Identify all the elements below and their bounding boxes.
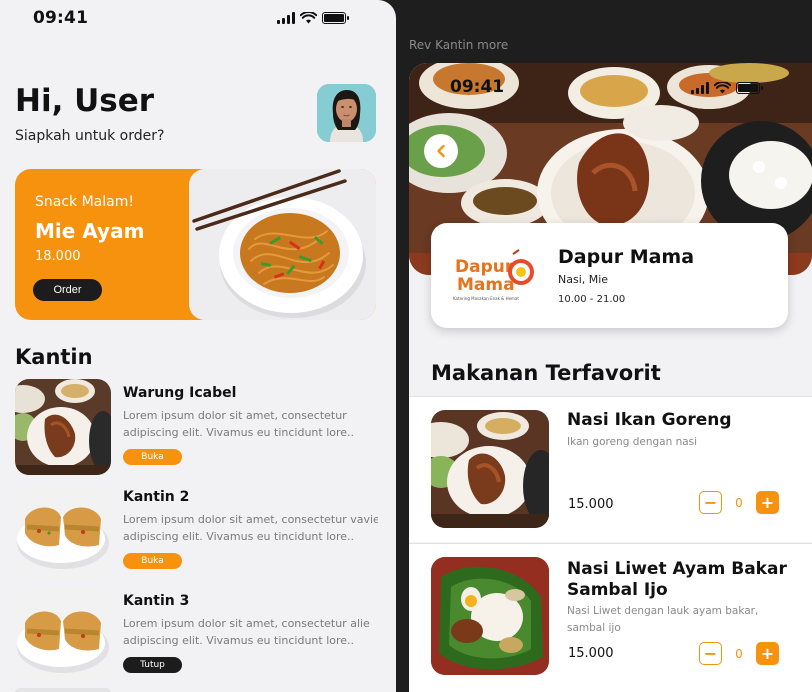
status-bar: 09:41	[33, 7, 88, 29]
promo-title: Mie Ayam	[35, 219, 145, 243]
greeting-title: Hi, User	[15, 83, 155, 119]
svg-text:Katering Masakan Enak & Hemat: Katering Masakan Enak & Hemat	[453, 296, 519, 301]
kantin-description: Lorem ipsum dolor sit amet, consectetur …	[123, 615, 378, 649]
svg-text:Mama: Mama	[457, 275, 515, 295]
promo-image	[189, 169, 376, 320]
store-detail-screen: 09:41 Dapur Mama Katering Masakan Enak &…	[409, 63, 812, 692]
kantin-section-title: Kantin	[15, 345, 93, 369]
menu-item-name: Nasi Liwet Ayam Bakar Sambal Ijo	[567, 559, 787, 600]
decrease-quantity-button[interactable]: −	[699, 491, 722, 514]
kantin-name: Kantin 3	[123, 593, 190, 609]
store-info-card: Dapur Mama Katering Masakan Enak & Hemat…	[431, 223, 788, 328]
menu-item: Nasi Liwet Ayam Bakar Sambal Ijo Nasi Li…	[409, 543, 812, 692]
menu-item-price: 15.000	[568, 497, 614, 512]
user-avatar[interactable]	[317, 84, 376, 142]
store-logo: Dapur Mama Katering Masakan Enak & Hemat	[453, 248, 539, 304]
signal-icon	[277, 12, 295, 24]
svg-text:Dapur: Dapur	[455, 257, 514, 277]
status-badge: Buka	[123, 553, 182, 569]
status-badge: Tutup	[123, 657, 182, 673]
kantin-name: Warung Icabel	[123, 385, 237, 401]
home-screen: 09:41 Hi, User Siapkah untuk order? Snac…	[0, 0, 396, 692]
order-button[interactable]: Order	[33, 279, 102, 301]
design-canvas: 09:41 Hi, User Siapkah untuk order? Snac…	[0, 0, 812, 692]
wifi-icon	[714, 82, 731, 94]
promo-card[interactable]: Snack Malam! Mie Ayam 18.000 Order	[15, 169, 376, 320]
menu-item-name: Nasi Ikan Goreng	[567, 410, 732, 430]
store-hours: 10.00 - 21.00	[558, 294, 626, 305]
promo-price: 18.000	[35, 249, 81, 264]
increase-quantity-button[interactable]: +	[756, 642, 779, 665]
menu-item-price: 15.000	[568, 646, 614, 661]
wifi-icon	[300, 12, 317, 24]
kantin-thumbnail	[15, 483, 111, 579]
kantin-description-line: adipiscing elit. Vivamus eu tincidunt lo…	[123, 530, 355, 543]
store-categories: Nasi, Mie	[558, 273, 609, 286]
kantin-list-item[interactable]: Warung Icabel Lorem ipsum dolor sit amet…	[15, 379, 375, 475]
increase-quantity-button[interactable]: +	[756, 491, 779, 514]
kantin-description: Lorem ipsum dolor sit amet, consectetur …	[123, 511, 378, 545]
back-button[interactable]	[424, 134, 458, 168]
decrease-quantity-button[interactable]: −	[699, 642, 722, 665]
signal-icon	[691, 82, 709, 94]
greeting-subtitle: Siapkah untuk order?	[15, 128, 165, 144]
menu-item: Nasi Ikan Goreng Ikan goreng dengan nasi…	[409, 396, 812, 542]
status-icons	[277, 12, 349, 24]
menu-item-thumbnail	[431, 410, 549, 528]
kantin-list-item-partial	[15, 688, 111, 692]
promo-label: Snack Malam!	[35, 194, 134, 210]
quantity-stepper: − 0 +	[699, 491, 779, 514]
menu-item-description: Nasi Liwet dengan lauk ayam bakar, samba…	[567, 605, 759, 634]
favorites-section-title: Makanan Terfavorit	[431, 361, 661, 385]
store-name: Dapur Mama	[558, 246, 695, 268]
quantity-value: 0	[735, 646, 743, 661]
kantin-list-item[interactable]: Kantin 2 Lorem ipsum dolor sit amet, con…	[15, 483, 378, 579]
battery-icon	[322, 12, 349, 24]
avatar-photo	[317, 84, 376, 142]
frame-label: Rev Kantin more	[409, 38, 509, 52]
kantin-description: Lorem ipsum dolor sit amet, consectetur …	[123, 407, 378, 441]
kantin-list-item[interactable]: Kantin 3 Lorem ipsum dolor sit amet, con…	[15, 587, 375, 683]
status-icons	[691, 82, 763, 94]
status-badge: Buka	[123, 449, 182, 465]
kantin-description-line: Lorem ipsum dolor sit amet, consectetur	[123, 409, 347, 422]
kantin-thumbnail	[15, 379, 111, 475]
battery-icon	[736, 82, 763, 94]
kantin-description-line: Lorem ipsum dolor sit amet, consectetur …	[123, 513, 378, 526]
kantin-thumbnail	[15, 587, 111, 683]
kantin-name: Kantin 2	[123, 489, 190, 505]
menu-item-thumbnail	[431, 557, 549, 675]
quantity-value: 0	[735, 495, 743, 510]
menu-item-description: Ikan goreng dengan nasi	[567, 436, 698, 448]
status-time: 09:41	[33, 8, 89, 28]
quantity-stepper: − 0 +	[699, 642, 779, 665]
chevron-left-icon	[437, 144, 445, 158]
status-time: 09:41	[450, 77, 505, 97]
kantin-description-line: adipiscing elit. Vivamus eu tincidunt lo…	[123, 634, 355, 647]
kantin-description-line: adipiscing elit. Vivamus eu tincidunt lo…	[123, 426, 355, 439]
kantin-description-line: Lorem ipsum dolor sit amet, consectetur …	[123, 617, 370, 630]
